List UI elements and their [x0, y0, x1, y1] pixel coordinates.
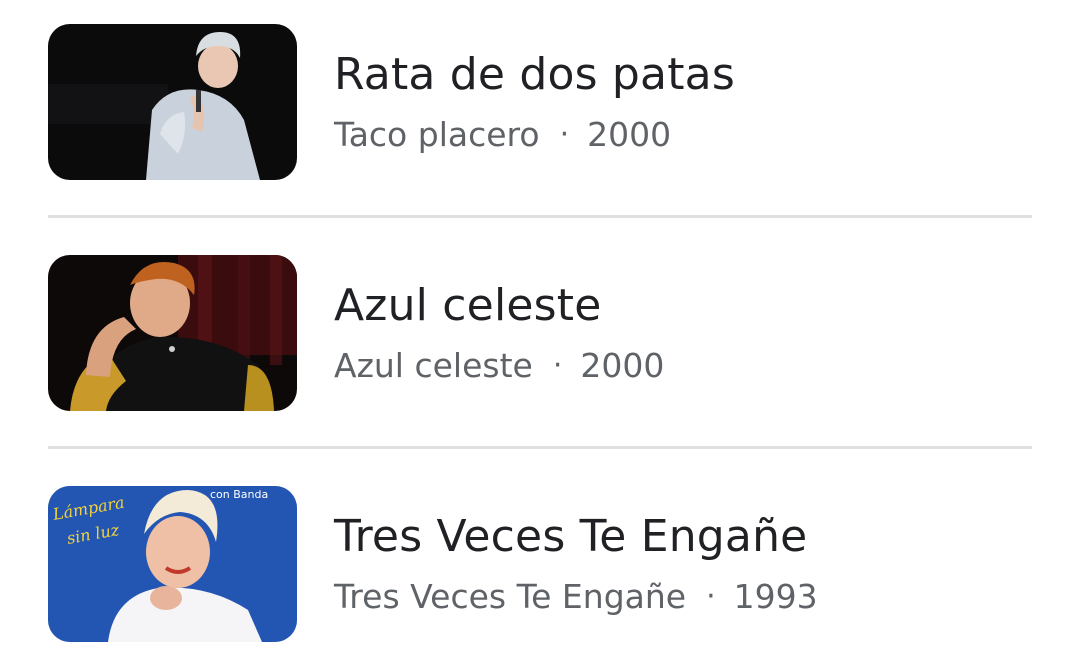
- release-year: 2000: [587, 115, 672, 154]
- song-title: Rata de dos patas: [334, 49, 735, 100]
- singer-portrait-image: [48, 255, 297, 411]
- result-text: Azul celeste Azul celeste · 2000: [334, 278, 664, 388]
- result-item[interactable]: Lámpara sin luz con Banda Tres Veces Te …: [48, 486, 1032, 642]
- result-thumbnail: [48, 24, 297, 180]
- song-meta: Taco placero · 2000: [334, 113, 735, 157]
- result-text: Rata de dos patas Taco placero · 2000: [334, 47, 735, 157]
- song-meta: Tres Veces Te Engañe · 1993: [334, 575, 818, 619]
- result-thumbnail: Lámpara sin luz con Banda: [48, 486, 297, 642]
- release-year: 1993: [733, 577, 818, 616]
- result-thumbnail: [48, 255, 297, 411]
- cover-text-right: con Banda: [210, 488, 268, 501]
- song-meta: Azul celeste · 2000: [334, 344, 664, 388]
- result-item[interactable]: Rata de dos patas Taco placero · 2000: [48, 24, 1032, 180]
- divider: [48, 446, 1032, 449]
- divider: [48, 215, 1032, 218]
- result-item[interactable]: Azul celeste Azul celeste · 2000: [48, 255, 1032, 411]
- album-name: Tres Veces Te Engañe: [334, 577, 687, 616]
- release-year: 2000: [580, 346, 665, 385]
- separator-dot: ·: [706, 579, 716, 614]
- search-results-list: Rata de dos patas Taco placero · 2000 Az…: [0, 0, 1080, 649]
- singer-on-stage-image: [48, 24, 297, 180]
- separator-dot: ·: [559, 117, 570, 152]
- song-title: Azul celeste: [334, 280, 602, 331]
- separator-dot: ·: [552, 348, 563, 383]
- album-name: Azul celeste: [334, 346, 533, 385]
- album-cover-image: Lámpara sin luz con Banda: [48, 486, 297, 642]
- album-name: Taco placero: [334, 115, 540, 154]
- song-title: Tres Veces Te Engañe: [334, 511, 808, 562]
- result-text: Tres Veces Te Engañe Tres Veces Te Engañ…: [334, 509, 818, 619]
